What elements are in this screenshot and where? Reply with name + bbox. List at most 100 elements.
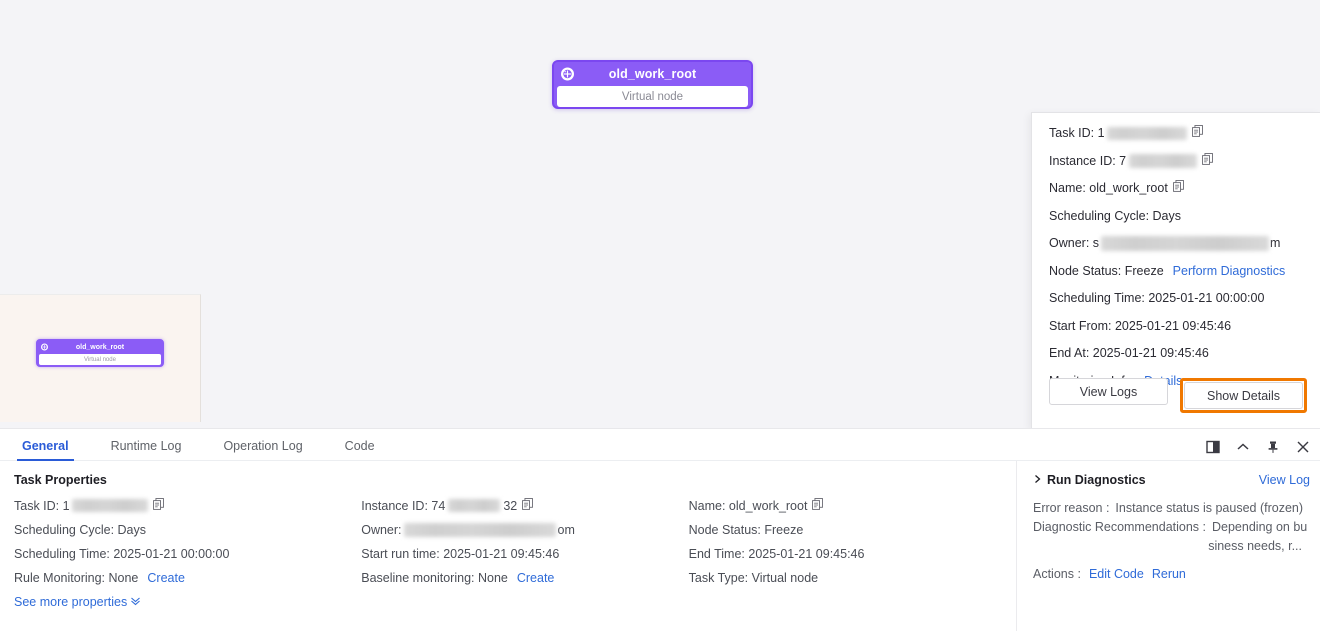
show-details-button[interactable]: Show Details	[1184, 382, 1303, 409]
baseline-monitoring-create-link[interactable]: Create	[517, 571, 555, 585]
diagnostics-recommendations-row-2: siness needs, r...	[1033, 537, 1310, 556]
properties-row: See more properties	[14, 595, 1016, 609]
pin-icon[interactable]	[1266, 440, 1280, 454]
popup-task-id-row: Task ID: 1	[1049, 125, 1304, 141]
popup-node-status-label: Node Status: Freeze	[1049, 263, 1164, 278]
minimap-node-subtitle: Virtual node	[39, 354, 161, 365]
popup-instance-id-row: Instance ID: 7	[1049, 152, 1304, 169]
popup-node-status-row: Node Status: Freeze Perform Diagnostics	[1049, 263, 1304, 279]
prop-name-label: Name: old_work_root	[688, 498, 808, 513]
chevron-up-icon[interactable]	[1236, 440, 1250, 454]
popup-actions: View Logs Show Details	[1049, 378, 1307, 413]
graph-node-title: old_work_root	[608, 67, 697, 81]
copy-icon[interactable]	[1191, 125, 1203, 141]
error-reason-label: Error reason :	[1033, 501, 1110, 515]
show-details-highlight: Show Details	[1180, 378, 1307, 413]
popup-start-from-row: Start From: 2025-01-21 09:45:46	[1049, 318, 1232, 333]
task-properties-title: Task Properties	[14, 473, 107, 487]
dock-body: Task Properties Task ID: 1 Instance ID: …	[0, 461, 1320, 631]
popup-owner-suffix: m	[1270, 236, 1281, 250]
redacted-owner	[1101, 235, 1270, 251]
node-type-icon	[561, 67, 574, 81]
popup-task-id-label: Task ID: 1	[1049, 126, 1105, 140]
popup-instance-id-label: Instance ID: 7	[1049, 153, 1127, 168]
prop-end-time: End Time: 2025-01-21 09:45:46	[688, 547, 865, 561]
node-detail-popup: Task ID: 1 Instance ID: 7 Name: old_work…	[1031, 112, 1320, 429]
tab-general[interactable]: General	[17, 439, 74, 461]
task-properties-panel: Task Properties Task ID: 1 Instance ID: …	[0, 461, 1016, 631]
copy-icon[interactable]	[812, 498, 824, 513]
prop-baseline-monitoring-label: Baseline monitoring: None	[361, 571, 508, 585]
tab-runtime-log[interactable]: Runtime Log	[111, 439, 182, 460]
properties-row: Task ID: 1 Instance ID: 74 32 Name: old_…	[14, 498, 1016, 513]
properties-row: Scheduling Time: 2025-01-21 00:00:00 Sta…	[14, 547, 1016, 561]
copy-icon[interactable]	[152, 498, 164, 513]
redacted-instance-id	[448, 499, 501, 512]
view-logs-button[interactable]: View Logs	[1049, 378, 1168, 405]
error-reason-value: Instance status is paused (frozen)	[1115, 501, 1304, 515]
prop-scheduling-time: Scheduling Time: 2025-01-21 00:00:00	[14, 547, 230, 561]
prop-instance-id-suffix: 32	[503, 498, 518, 513]
graph-node-header: old_work_root	[554, 62, 751, 86]
run-diagnostics-header: Run Diagnostics View Log	[1033, 473, 1310, 487]
perform-diagnostics-link[interactable]: Perform Diagnostics	[1173, 263, 1286, 279]
redacted-owner	[403, 523, 556, 537]
popup-owner-row: Owner: s m	[1049, 235, 1304, 251]
tab-code[interactable]: Code	[345, 439, 375, 460]
popup-scheduling-cycle-row: Scheduling Cycle: Days	[1049, 208, 1182, 223]
redacted-task-id	[1106, 126, 1187, 140]
copy-icon[interactable]	[1172, 180, 1184, 196]
recommendations-value-line1: Depending on bu	[1212, 520, 1308, 534]
rerun-link[interactable]: Rerun	[1152, 567, 1186, 581]
see-more-properties-link[interactable]: See more properties	[14, 595, 141, 609]
redacted-instance-id	[1129, 153, 1198, 168]
prop-node-status: Node Status: Freeze	[688, 523, 804, 537]
graph-node-old-work-root[interactable]: old_work_root Virtual node	[552, 60, 753, 109]
canvas-minimap[interactable]: old_work_root Virtual node	[0, 294, 201, 422]
actions-label: Actions :	[1033, 567, 1081, 581]
edit-code-link[interactable]: Edit Code	[1089, 567, 1144, 581]
run-diagnostics-title-group[interactable]: Run Diagnostics	[1033, 473, 1146, 487]
prop-instance-id-label: Instance ID: 74	[361, 498, 446, 513]
prop-name: Name: old_work_root	[689, 498, 1016, 513]
close-icon[interactable]	[1296, 440, 1310, 454]
prop-owner-suffix: om	[557, 523, 575, 537]
diagnostics-recommendations-row: Diagnostic Recommendations : Depending o…	[1033, 518, 1310, 537]
run-diagnostics-panel: Run Diagnostics View Log Error reason : …	[1016, 461, 1320, 631]
copy-icon[interactable]	[1202, 152, 1214, 169]
popup-name-label: Name: old_work_root	[1049, 181, 1168, 195]
prop-owner: Owner: om	[361, 523, 688, 537]
popup-owner-label: Owner: s	[1049, 236, 1100, 250]
prop-task-id: Task ID: 1	[14, 498, 361, 513]
node-type-icon	[41, 343, 48, 351]
bottom-dock: General Runtime Log Operation Log Code T…	[0, 428, 1320, 631]
app-root: old_work_root Virtual node old_work_root	[0, 0, 1320, 631]
prop-owner-label: Owner:	[361, 523, 402, 537]
recommendations-value-line2: siness needs, r...	[1208, 539, 1302, 553]
minimap-node-header: old_work_root	[37, 340, 163, 354]
prop-scheduling-cycle: Scheduling Cycle: Days	[14, 523, 147, 537]
popup-end-at-row: End At: 2025-01-21 09:45:46	[1049, 346, 1209, 360]
split-panel-icon[interactable]	[1206, 440, 1220, 454]
popup-name-row: Name: old_work_root	[1049, 180, 1304, 196]
popup-scheduling-time-row: Scheduling Time: 2025-01-21 00:00:00	[1049, 291, 1265, 305]
minimap-node-title: old_work_root	[75, 343, 125, 351]
redacted-task-id	[71, 499, 148, 512]
dock-controls	[1206, 440, 1310, 454]
prop-start-run-time: Start run time: 2025-01-21 09:45:46	[361, 547, 560, 561]
task-properties-grid: Task ID: 1 Instance ID: 74 32 Name: old_…	[14, 498, 1016, 609]
prop-baseline-monitoring: Baseline monitoring: None Create	[361, 571, 688, 585]
graph-node-subtitle: Virtual node	[557, 86, 748, 107]
recommendations-label: Diagnostic Recommendations :	[1033, 520, 1206, 534]
view-log-link[interactable]: View Log	[1259, 473, 1310, 487]
chevron-right-icon	[1033, 473, 1042, 487]
see-more-properties-label: See more properties	[14, 595, 128, 609]
prop-task-type: Task Type: Virtual node	[688, 571, 819, 585]
see-more-properties[interactable]: See more properties	[14, 595, 364, 609]
rule-monitoring-create-link[interactable]: Create	[147, 571, 185, 585]
minimap-node: old_work_root Virtual node	[36, 339, 164, 367]
copy-icon[interactable]	[522, 498, 534, 513]
properties-row: Scheduling Cycle: Days Owner: om Node Sta…	[14, 523, 1016, 537]
prop-task-id-label: Task ID: 1	[14, 498, 70, 513]
tab-operation-log[interactable]: Operation Log	[223, 439, 302, 460]
